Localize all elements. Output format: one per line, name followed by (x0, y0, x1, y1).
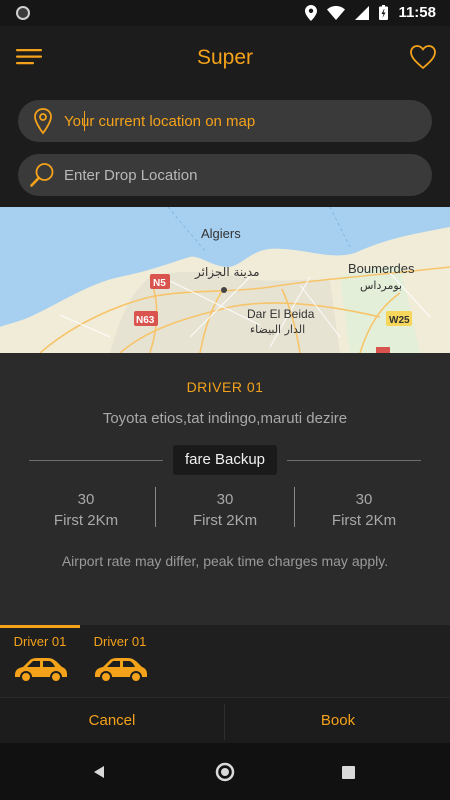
road-label-w25: W25 (389, 315, 410, 326)
status-bar: 11:58 (0, 0, 450, 26)
tab-label: Driver 01 (93, 634, 147, 649)
pickup-location-input[interactable] (64, 100, 414, 142)
map-label-algiers: Algiers (201, 226, 241, 241)
favorites-button[interactable] (408, 42, 438, 72)
drop-location-field[interactable] (18, 154, 432, 196)
map-label-boumerdes: Boumerdes (348, 261, 415, 276)
map-view[interactable]: Algiers مدينة الجزائر Boumerdes بومرداس … (0, 207, 450, 353)
search-icon (30, 163, 54, 187)
tab-label: Driver 01 (13, 634, 67, 649)
back-icon[interactable] (92, 765, 106, 779)
tab-driver-1[interactable]: Driver 01 (0, 625, 80, 697)
pickup-location-field[interactable] (18, 100, 432, 142)
vehicle-types: Toyota etios,tat indingo,maruti dezire (102, 410, 348, 427)
action-separator (224, 704, 225, 740)
fare-backup-chip[interactable]: fare Backup (173, 445, 277, 475)
divider-right (287, 460, 421, 461)
system-navigation-bar (0, 743, 450, 800)
battery-icon (379, 5, 389, 20)
fare-column-1: 30 First 2Km (16, 489, 156, 531)
driver-name: DRIVER 01 (186, 379, 264, 395)
location-pin-icon (34, 108, 52, 135)
status-icons: 11:58 (305, 4, 436, 21)
fare-amount: 30 (355, 491, 373, 508)
car-icon (15, 658, 67, 683)
driver-tabs: Driver 01 Driver 01 (0, 625, 450, 697)
page-title: Super (196, 46, 254, 69)
fare-label: First 2Km (53, 512, 119, 529)
tab-driver-2[interactable]: Driver 01 (80, 625, 160, 697)
cancel-button[interactable]: Cancel (0, 698, 224, 744)
driver-info-panel: DRIVER 01 Toyota etios,tat indingo,marut… (0, 353, 450, 625)
fare-column-3: 30 First 2Km (294, 489, 434, 531)
fare-column-2: 30 First 2Km (155, 489, 295, 531)
fare-amount: 30 (216, 491, 234, 508)
text-cursor (84, 111, 85, 131)
camera-notification-icon (16, 6, 30, 20)
fare-label: First 2Km (331, 512, 397, 529)
map-label-boumerdes-ar: بومرداس (360, 279, 402, 292)
heart-icon (410, 45, 436, 70)
action-bar: Cancel Book (0, 697, 450, 743)
signal-icon (355, 5, 370, 20)
map-label-dar-el-beida: Dar El Beida (247, 307, 315, 321)
map-label-algiers-ar: مدينة الجزائر (194, 265, 260, 280)
map-label-dar-el-beida-ar: الدار البيضاء (250, 323, 305, 336)
book-button[interactable]: Book (226, 698, 450, 744)
car-icon (95, 658, 147, 683)
drop-location-input[interactable] (64, 154, 414, 196)
algiers-center-marker (221, 287, 227, 293)
road-label-n63: N63 (136, 315, 155, 326)
recents-icon[interactable] (342, 766, 355, 779)
divider-left (29, 460, 163, 461)
location-status-icon (305, 4, 318, 21)
home-icon[interactable] (215, 762, 235, 782)
map-canvas[interactable]: Algiers مدينة الجزائر Boumerdes بومرداس … (0, 207, 450, 353)
fare-label: First 2Km (192, 512, 258, 529)
fare-amount: 30 (77, 491, 95, 508)
wifi-icon (327, 5, 346, 20)
tab-selected-indicator (0, 625, 80, 628)
road-label-n5: N5 (153, 278, 166, 289)
fare-note: Airport rate may differ, peak time charg… (61, 553, 389, 569)
app-bar: Super (0, 26, 450, 90)
status-time: 11:58 (398, 4, 436, 21)
